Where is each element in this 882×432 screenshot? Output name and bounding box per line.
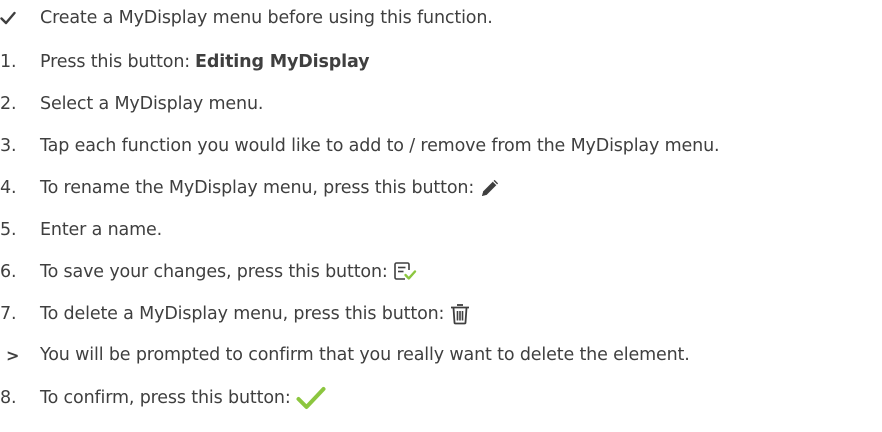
step-number: 8.: [0, 388, 17, 408]
step-text: Select a MyDisplay menu.: [40, 94, 264, 114]
step-number: 3.: [0, 136, 17, 156]
editing-mydisplay-button-label: Editing MyDisplay: [195, 52, 370, 72]
step-number: 7.: [0, 304, 17, 324]
step-number: 4.: [0, 178, 17, 198]
step-text: To rename the MyDisplay menu, press this…: [40, 177, 501, 199]
prerequisite-text: Create a MyDisplay menu before using thi…: [40, 8, 493, 28]
pencil-icon: [479, 177, 501, 199]
step-text: Enter a name.: [40, 220, 163, 240]
step-number: 6.: [0, 262, 17, 282]
step-number: 2.: [0, 94, 17, 114]
result-text: You will be prompted to confirm that you…: [40, 345, 690, 365]
step-text: Tap each function you would like to add …: [40, 136, 720, 156]
step-text: Press this button: Editing MyDisplay: [40, 52, 370, 72]
check-icon: [0, 3, 30, 33]
confirm-check-icon: [296, 386, 326, 410]
step-number: 1.: [0, 52, 17, 72]
step-number: 5.: [0, 220, 17, 240]
result-marker: >: [6, 345, 20, 365]
step-text: To delete a MyDisplay menu, press this b…: [40, 303, 471, 325]
trash-icon: [449, 303, 471, 325]
step-text: To save your changes, press this button:: [40, 261, 417, 283]
save-list-check-icon: [393, 261, 417, 283]
step-text: To confirm, press this button:: [40, 386, 326, 410]
